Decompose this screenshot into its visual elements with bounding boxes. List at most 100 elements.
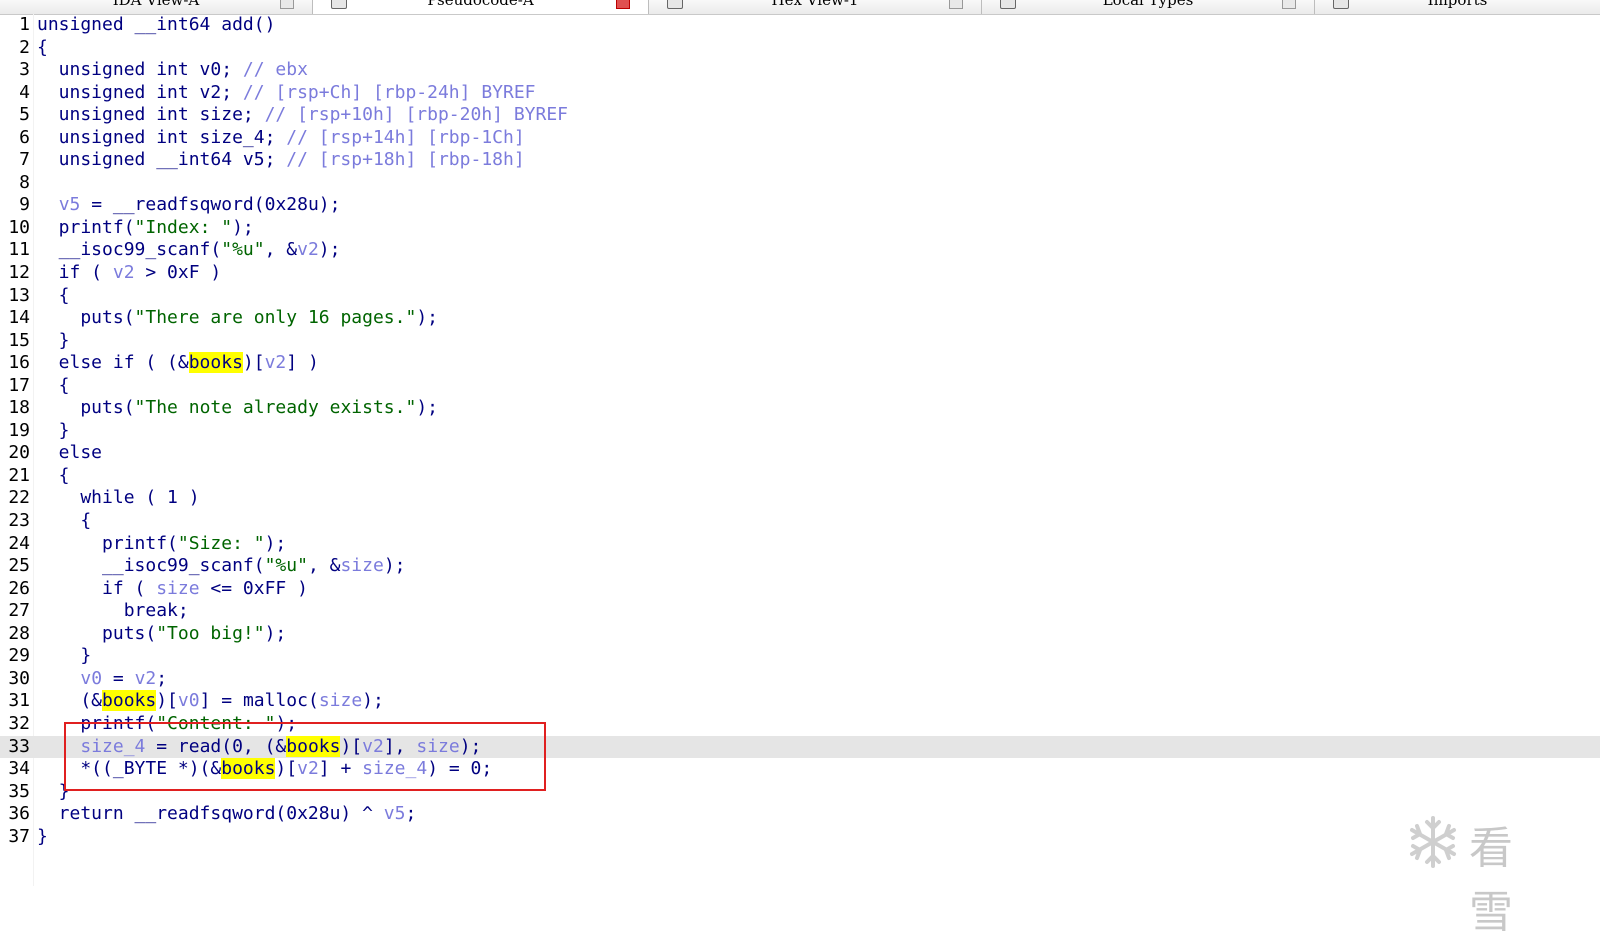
code-line[interactable]: 3 unsigned int v0; // ebx (0, 59, 1600, 82)
code-token: , & (264, 239, 298, 261)
line-number: 21 (8, 464, 30, 486)
code-token: else (37, 442, 103, 464)
code-line[interactable]: 8 (0, 172, 1600, 195)
variable-token[interactable]: v2 (113, 262, 135, 283)
tab-hex-view-1[interactable]: Hex View-1 (649, 0, 982, 14)
line-number: 22 (8, 487, 30, 509)
code-text: { (37, 510, 91, 533)
line-number: 3 (19, 59, 30, 81)
variable-token[interactable]: v5 (384, 803, 406, 824)
code-line[interactable]: 29 } (0, 645, 1600, 668)
variable-token[interactable]: v0 (178, 690, 200, 711)
variable-token[interactable]: v5 (59, 194, 81, 215)
code-line[interactable]: 5 unsigned int size; // [rsp+10h] [rbp-2… (0, 104, 1600, 127)
code-text: (&books)[v0] = malloc(size); (37, 690, 384, 713)
highlighted-identifier[interactable]: books (188, 352, 243, 374)
code-line[interactable]: 19 } (0, 420, 1600, 443)
code-text: unsigned __int64 add() (37, 14, 275, 37)
code-line[interactable]: 16 else if ( (&books)[v2] ) (0, 352, 1600, 375)
close-icon[interactable] (616, 0, 630, 9)
code-line[interactable]: 12 if ( v2 > 0xF ) (0, 262, 1600, 285)
code-token: } (37, 825, 48, 847)
variable-token[interactable]: v2 (297, 239, 319, 260)
tab-label: IDA View-A (112, 0, 200, 9)
code-comment: // [rsp+Ch] [rbp-24h] BYREF (242, 81, 536, 103)
variable-token[interactable]: size (319, 690, 362, 711)
variable-token[interactable]: v0 (80, 668, 102, 689)
tab-ida-view-a[interactable]: IDA View-A (0, 0, 313, 14)
code-line[interactable]: 28 puts("Too big!"); (0, 623, 1600, 646)
code-line[interactable]: 25 __isoc99_scanf("%u", &size); (0, 555, 1600, 578)
code-token: { (37, 36, 48, 58)
code-token: ] = malloc( (199, 690, 319, 712)
code-text: { (37, 37, 48, 60)
code-line[interactable]: 2{ (0, 37, 1600, 60)
code-token: ; (156, 667, 168, 689)
code-line[interactable]: 7 unsigned __int64 v5; // [rsp+18h] [rbp… (0, 149, 1600, 172)
code-line[interactable]: 22 while ( 1 ) (0, 487, 1600, 510)
tab-imports[interactable]: Imports (1315, 0, 1600, 14)
code-text: if ( v2 > 0xF ) (37, 262, 222, 285)
line-number: 28 (8, 622, 30, 644)
code-token: { (37, 284, 70, 306)
string-literal: "Index: " (134, 216, 233, 238)
tab-pseudocode-a[interactable]: Pseudocode-A (313, 0, 649, 14)
watermark: 看雪 (1405, 812, 1555, 938)
line-number: 8 (19, 171, 30, 193)
code-token: __isoc99_scanf( (37, 555, 265, 577)
code-line[interactable]: 1 unsigned __int64 add() (0, 14, 1600, 37)
code-line[interactable]: 13 { (0, 285, 1600, 308)
code-text: while ( 1 ) (37, 487, 199, 510)
code-line[interactable]: 23 { (0, 510, 1600, 533)
close-icon[interactable] (949, 0, 963, 9)
line-number: 5 (19, 104, 30, 126)
code-text: else (37, 442, 102, 465)
code-text: __isoc99_scanf("%u", &size); (37, 555, 406, 578)
close-icon[interactable] (280, 0, 294, 9)
code-token: } (37, 645, 92, 667)
code-token: ); (383, 555, 406, 577)
code-line[interactable]: 31 (&books)[v0] = malloc(size); (0, 690, 1600, 713)
variable-token[interactable]: size (156, 578, 199, 599)
code-line[interactable]: 36 return __readfsqword(0x28u) ^ v5; (0, 803, 1600, 826)
code-line[interactable]: 18 puts("The note already exists."); (0, 397, 1600, 420)
code-token: , & (307, 555, 341, 577)
line-number: 27 (8, 600, 30, 622)
code-line[interactable]: 9 v5 = __readfsqword(0x28u); (0, 194, 1600, 217)
variable-token[interactable]: v2 (265, 352, 287, 373)
code-line[interactable]: 20 else (0, 442, 1600, 465)
line-number: 11 (8, 239, 30, 261)
code-token: __isoc99_scanf( (37, 239, 222, 261)
line-number: 24 (8, 532, 30, 554)
code-line[interactable]: 21 { (0, 465, 1600, 488)
code-token: > 0xF ) (134, 262, 222, 284)
close-icon[interactable] (1282, 0, 1296, 9)
code-line[interactable]: 11 __isoc99_scanf("%u", &v2); (0, 239, 1600, 262)
code-token: else if ( (& (37, 352, 189, 374)
code-line[interactable]: 27 break; (0, 600, 1600, 623)
code-line[interactable]: 24 printf("Size: "); (0, 533, 1600, 556)
code-token: if ( (37, 577, 157, 599)
line-number: 34 (8, 758, 30, 780)
variable-token[interactable]: size (340, 555, 383, 576)
tab-local-types[interactable]: Local Types (982, 0, 1315, 14)
code-line[interactable]: 4 unsigned int v2; // [rsp+Ch] [rbp-24h]… (0, 82, 1600, 105)
code-line[interactable]: 17 { (0, 375, 1600, 398)
code-line[interactable]: 6 unsigned int size_4; // [rsp+14h] [rbp… (0, 127, 1600, 150)
variable-token[interactable]: v2 (135, 668, 157, 689)
code-line[interactable]: 37} (0, 826, 1600, 849)
code-token: printf( (37, 532, 178, 554)
code-token: = __readfsqword(0x28u); (80, 194, 341, 216)
line-number: 17 (8, 374, 30, 396)
code-line[interactable]: 26 if ( size <= 0xFF ) (0, 578, 1600, 601)
code-line[interactable]: 15 } (0, 330, 1600, 353)
line-number: 29 (8, 645, 30, 667)
code-line[interactable]: 10 printf("Index: "); (0, 217, 1600, 240)
code-text: printf("Index: "); (37, 217, 254, 240)
code-line[interactable]: 30 v0 = v2; (0, 668, 1600, 691)
highlighted-identifier[interactable]: books (102, 690, 157, 712)
code-line[interactable]: 14 puts("There are only 16 pages."); (0, 307, 1600, 330)
snowflake-icon (1410, 816, 1456, 868)
tab-label: Hex View-1 (771, 0, 859, 9)
